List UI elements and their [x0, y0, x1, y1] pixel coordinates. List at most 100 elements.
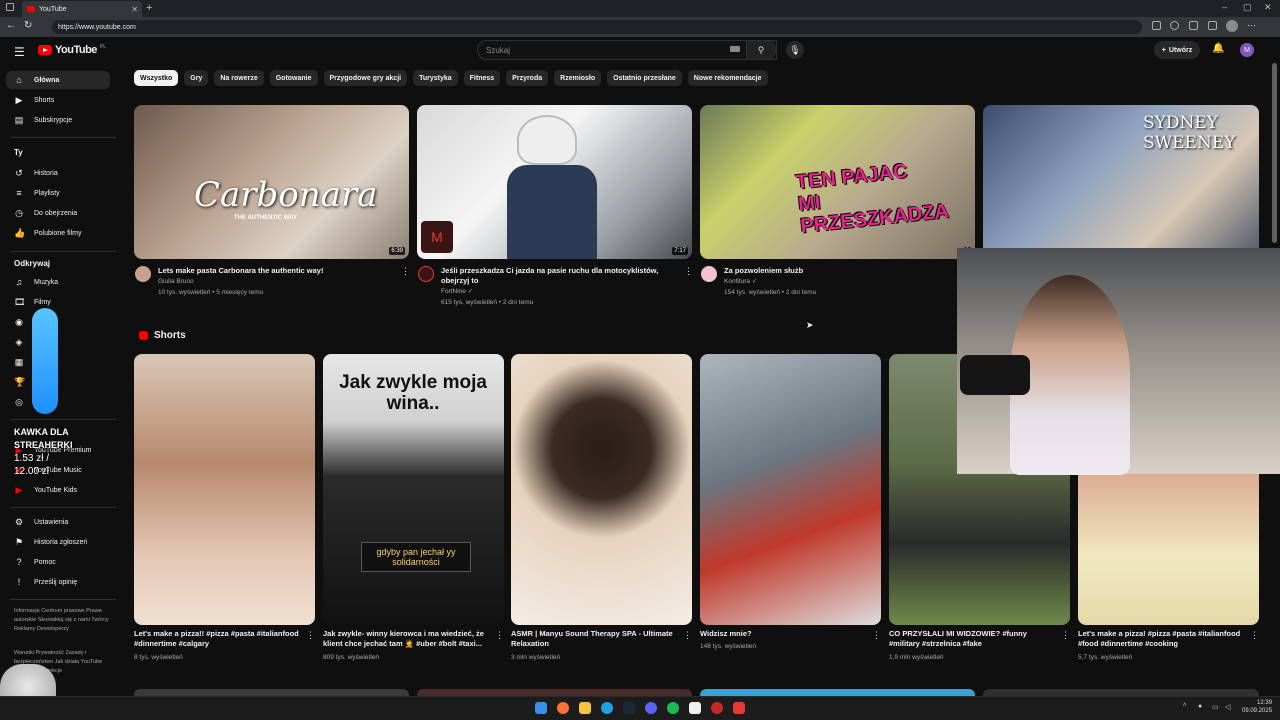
more-options-icon[interactable]: ⋮ [306, 630, 315, 641]
short-title[interactable]: Let's make a pizza! #pizza #pasta #itali… [1078, 629, 1243, 649]
edge-icon[interactable] [601, 702, 613, 714]
close-tab-icon[interactable]: ✕ [131, 5, 138, 14]
sidebar-item-you-3[interactable]: 👍 Polubione filmy [6, 224, 110, 242]
sidebar-item-you-2[interactable]: ◷ Do obejrzenia [6, 204, 110, 222]
short-title[interactable]: Let's make a pizza!! #pizza #pasta #ital… [134, 629, 299, 649]
more-options-icon[interactable]: ⋮ [495, 630, 504, 641]
filter-chip[interactable]: Turystyka [413, 70, 458, 86]
url-input[interactable]: https://www.youtube.com [52, 20, 1142, 34]
filter-chip[interactable]: Gotowanie [269, 70, 318, 86]
sidebar-item-you-1[interactable]: ≡ Playlisty [6, 184, 110, 202]
install-app-icon[interactable] [1152, 21, 1161, 30]
browser-tab[interactable]: YouTube ✕ [22, 1, 142, 17]
channel-name[interactable]: Giulia Bruno [158, 276, 398, 287]
short-thumbnail-4[interactable] [700, 354, 881, 625]
filter-chip[interactable]: Rzemiosło [554, 70, 602, 86]
next-row-thumbnail[interactable] [134, 689, 409, 696]
filter-chip[interactable]: Gry [184, 70, 209, 86]
more-options-icon[interactable]: ⋮ [684, 266, 693, 277]
channel-name[interactable]: FortNine ✓ [441, 286, 681, 297]
sidebar-item-explore-1[interactable]: 🎞 Filmy [6, 293, 110, 311]
channel-name[interactable]: Konfitura ✓ [724, 276, 964, 287]
filter-chip[interactable]: Ostatnio przesłane [607, 70, 682, 86]
more-options-icon[interactable]: ⋮ [872, 630, 881, 641]
bell-icon[interactable]: 🔔 [1212, 43, 1224, 54]
volume-icon[interactable]: ◁ [1225, 703, 1230, 711]
more-options-icon[interactable]: ⋮ [1250, 630, 1259, 641]
short-title[interactable]: Widzisz mnie? [700, 629, 865, 639]
video-thumbnail-3[interactable]: TEN PAJAC MI PRZESZKADZA 2 [700, 105, 975, 259]
video-thumbnail-1[interactable]: Carbonara THE AUTHENTIC WAY 6:39 [134, 105, 409, 259]
hamburger-menu-icon[interactable]: ☰ [14, 45, 25, 59]
voice-search-button[interactable]: 🎙 [786, 41, 804, 59]
browser-profile-icon[interactable] [1226, 20, 1238, 32]
windows-start-icon[interactable] [535, 702, 547, 714]
short-title[interactable]: ASMR | Manyu Sound Therapy SPA - Ultimat… [511, 629, 676, 649]
channel-avatar[interactable] [418, 266, 434, 282]
file-explorer-icon[interactable] [579, 702, 591, 714]
sidebar-item-explore-5[interactable]: 🏆 [6, 373, 110, 391]
new-tab-icon[interactable]: + [146, 2, 152, 14]
maximize-icon[interactable]: ▢ [1243, 2, 1252, 13]
next-row-thumbnail[interactable] [983, 689, 1259, 696]
short-thumbnail-3[interactable] [511, 354, 692, 625]
channel-avatar[interactable] [135, 266, 151, 282]
sidebar-item-explore-6[interactable]: ◎ [6, 393, 110, 411]
extensions-icon[interactable] [1189, 21, 1198, 30]
browser-menu-icon[interactable]: ⋯ [1247, 20, 1256, 31]
video-thumbnail-4[interactable]: SYDNEY SWEENEY [983, 105, 1259, 259]
filter-chip[interactable]: Nowe rekomendacje [687, 70, 768, 86]
sidebar-you-header[interactable]: Ty [14, 148, 23, 157]
sidebar-item-explore-0[interactable]: ♫ Muzyka [6, 273, 110, 291]
avatar[interactable]: M [1240, 43, 1254, 57]
next-row-thumbnail[interactable] [700, 689, 975, 696]
spotify-icon[interactable] [667, 702, 679, 714]
short-thumbnail-2[interactable]: Jak zwykle moja wina.. gdyby pan jechał … [323, 354, 504, 625]
star-icon[interactable] [1170, 21, 1179, 30]
search-button[interactable]: ⚲ [746, 40, 776, 60]
favorites-icon[interactable] [1208, 21, 1217, 30]
video-title[interactable]: Lets make pasta Carbonara the authentic … [158, 266, 398, 276]
discord-icon[interactable] [645, 702, 657, 714]
reload-icon[interactable]: ↻ [24, 20, 32, 31]
filter-chip[interactable]: Przygodowe gry akcji [323, 70, 408, 86]
tray-chevron-icon[interactable]: ^ [1183, 703, 1186, 710]
close-window-icon[interactable]: ✕ [1264, 2, 1272, 13]
video-title[interactable]: Za pozwoleniem służb [724, 266, 964, 276]
sidebar-item-main-0[interactable]: ⌂ Główna [6, 71, 110, 89]
sidebar-item-settings-1[interactable]: ⚑ Historia zgłoszeń [6, 533, 110, 551]
sidebar-item-more-2[interactable]: ▶ YouTube Kids [6, 481, 110, 499]
filter-chip[interactable]: Wszystko [134, 70, 179, 86]
notes-icon[interactable] [689, 702, 701, 714]
filter-chip[interactable]: Fitness [463, 70, 501, 86]
channel-avatar[interactable] [701, 266, 717, 282]
firefox-icon[interactable] [557, 702, 569, 714]
sidebar-item-you-0[interactable]: ↺ Historia [6, 164, 110, 182]
keyboard-icon[interactable] [730, 46, 740, 52]
network-icon[interactable]: ▭ [1212, 703, 1219, 711]
steam-icon[interactable] [623, 702, 635, 714]
back-icon[interactable]: ← [6, 20, 16, 31]
app-icon[interactable] [733, 702, 745, 714]
video-thumbnail-2[interactable]: M 7:17 [417, 105, 692, 259]
scrollbar[interactable] [1272, 63, 1277, 243]
sidebar-item-settings-2[interactable]: ? Pomoc [6, 553, 110, 571]
short-title[interactable]: CO PRZYSŁALI MI WIDZOWIE? #funny #milita… [889, 629, 1054, 649]
video-title[interactable]: Jeśli przeszkadza Ci jazda na pasie ruch… [441, 266, 681, 286]
sidebar-item-explore-3[interactable]: ◈ [6, 333, 110, 351]
sidebar-item-settings-0[interactable]: ⚙ Ustawienia [6, 513, 110, 531]
sidebar-item-explore-2[interactable]: ◉ [6, 313, 110, 331]
mic-tray-icon[interactable]: ● [1198, 703, 1202, 710]
more-options-icon[interactable]: ⋮ [1061, 630, 1070, 641]
sidebar-item-main-1[interactable]: ▶ Shorts [6, 91, 110, 109]
filter-chip[interactable]: Na rowerze [214, 70, 264, 86]
short-thumbnail-1[interactable] [134, 354, 315, 625]
sidebar-item-explore-4[interactable]: ▦ [6, 353, 110, 371]
next-row-thumbnail[interactable] [417, 689, 692, 696]
short-title[interactable]: Jak zwykle- winny kierowca i ma wiedzieć… [323, 629, 488, 649]
sidebar-item-main-2[interactable]: ▤ Subskrypcje [6, 111, 110, 129]
taskbar-clock[interactable]: 12:39 09.09.2025 [1242, 699, 1272, 715]
more-options-icon[interactable]: ⋮ [401, 266, 410, 277]
tab-actions-icon[interactable] [6, 3, 14, 11]
filter-chip[interactable]: Przyroda [506, 70, 549, 86]
